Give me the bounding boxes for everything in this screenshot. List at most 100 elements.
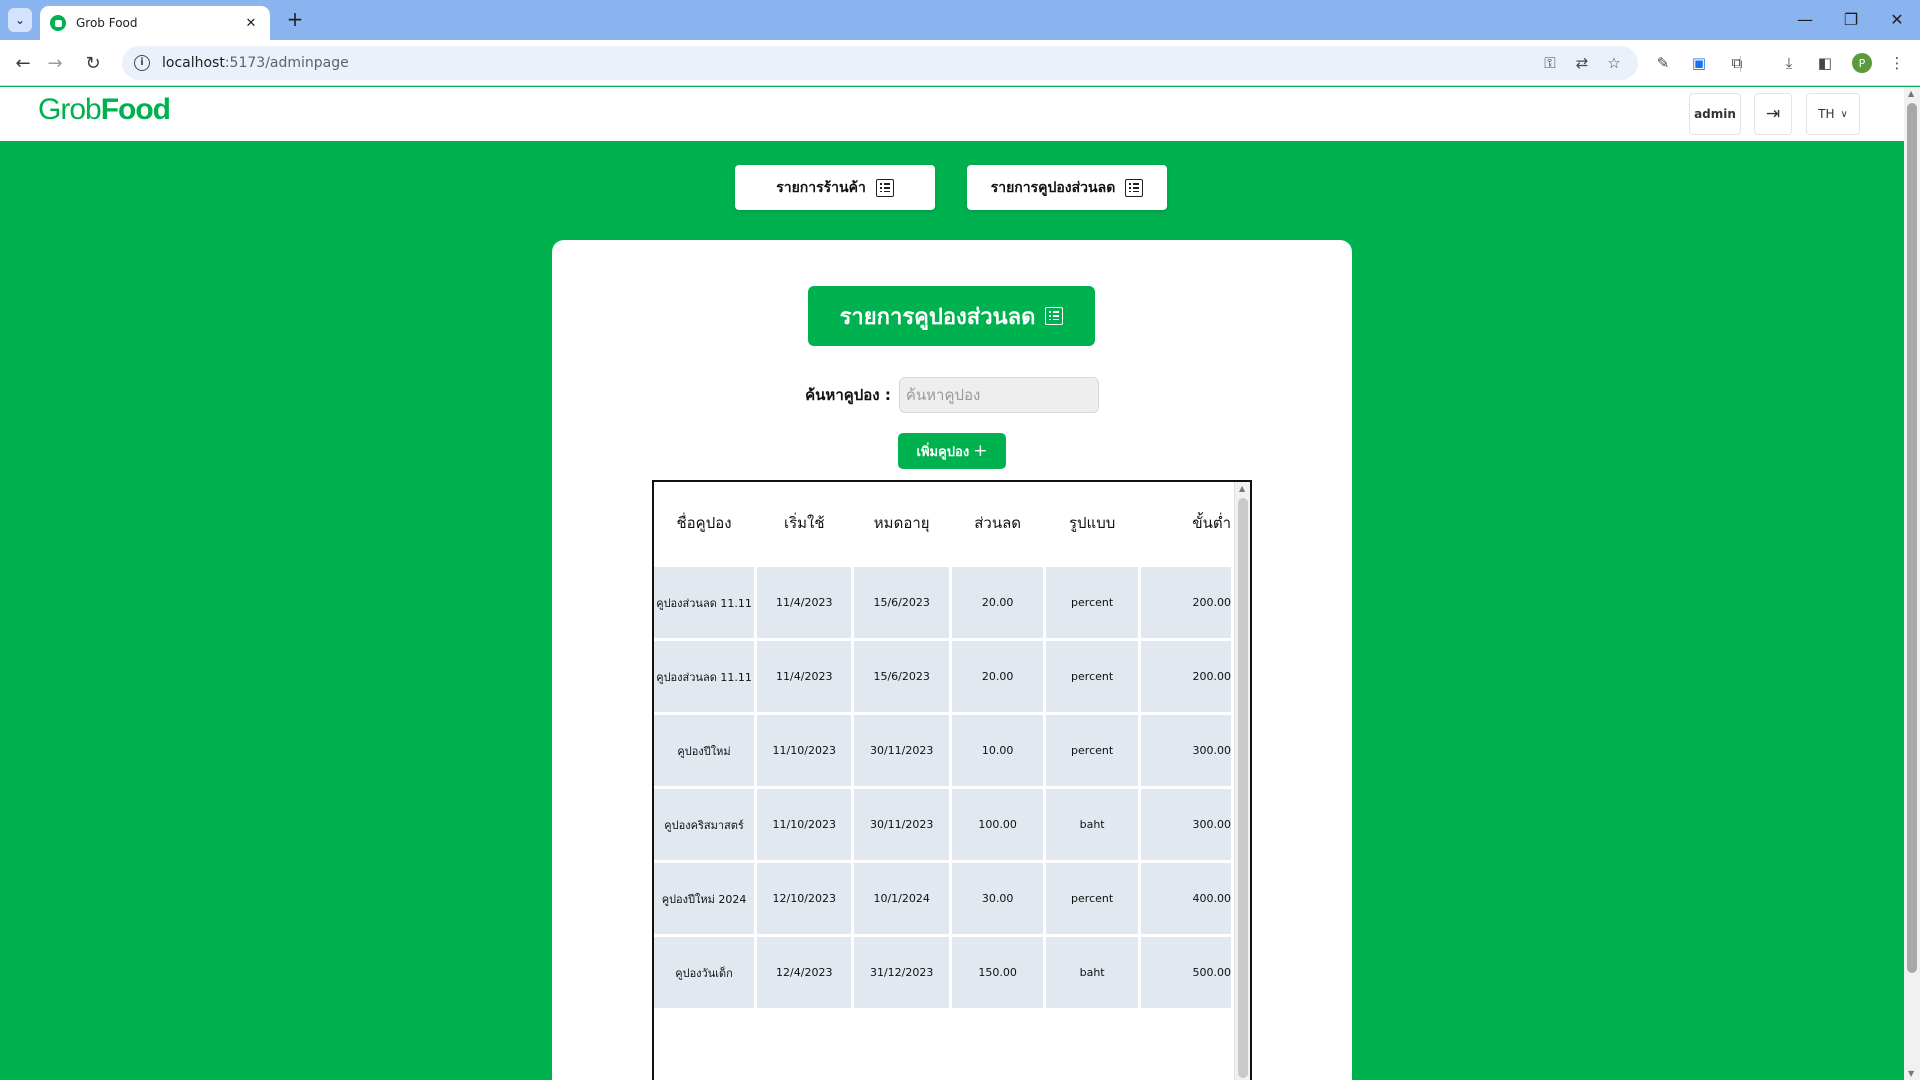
table-cell: 20.00 — [951, 641, 1044, 712]
header-cell[interactable]: เริ่มใช้ — [757, 482, 852, 564]
table-cell: 400.00 — [1140, 863, 1231, 934]
add-coupon-label: เพิ่มคูปอง — [916, 444, 970, 460]
coupon-table-viewport[interactable]: ชื่อคูปอง เริ่มใช้ หมดอายุ ส่วนลด รูปแบบ… — [654, 482, 1234, 1080]
table-cell: คูปองปีใหม่ 2024 — [654, 863, 755, 934]
header-cell[interactable]: หมดอายุ — [854, 482, 949, 564]
toolbar-divider — [1740, 56, 1741, 72]
minimize-button[interactable]: — — [1782, 4, 1828, 34]
tab-close-icon[interactable]: ✕ — [242, 16, 260, 31]
table-cell: 30/11/2023 — [854, 789, 949, 860]
table-cell: 30.00 — [951, 863, 1044, 934]
coupon-panel: รายการคูปองส่วนลด ค้นหาคูปอง : เพิ่มคูปอ… — [552, 240, 1352, 1080]
pen-extension-icon[interactable]: ✎ — [1652, 52, 1674, 74]
coupon-table: ชื่อคูปอง เริ่มใช้ หมดอายุ ส่วนลด รูปแบบ… — [654, 482, 1234, 1011]
table-cell: 11/10/2023 — [757, 715, 852, 786]
language-select[interactable]: TH ∨ — [1806, 93, 1860, 135]
table-cell: คูปองปีใหม่ — [654, 715, 755, 786]
table-scrollbar-thumb[interactable] — [1238, 498, 1248, 1078]
tab-search-button[interactable]: ⌄ — [8, 8, 32, 32]
table-cell: 31/12/2023 — [854, 937, 949, 1008]
table-cell: 20.00 — [951, 567, 1044, 638]
coupon-table-container: ชื่อคูปอง เริ่มใช้ หมดอายุ ส่วนลด รูปแบบ… — [652, 480, 1252, 1080]
table-cell: 15/6/2023 — [854, 567, 949, 638]
password-key-icon[interactable]: ⚿ — [1540, 53, 1560, 73]
translate-icon[interactable]: ⇄ — [1572, 53, 1592, 73]
reload-button[interactable]: ↻ — [78, 48, 108, 78]
table-scrollbar[interactable]: ▲ — [1234, 482, 1250, 1080]
translate-extension-icon[interactable]: ▣ — [1688, 52, 1710, 74]
table-cell: 500.00 — [1140, 937, 1231, 1008]
header-cell[interactable]: รูปแบบ — [1046, 482, 1138, 564]
side-panel-icon[interactable]: ◧ — [1814, 52, 1836, 74]
site-info-icon[interactable]: i — [134, 55, 150, 71]
table-row[interactable]: คูปองส่วนลด 11.11 11/4/2023 15/6/2023 20… — [654, 641, 1231, 712]
table-cell: 30/11/2023 — [854, 715, 949, 786]
table-cell: 200.00 — [1140, 641, 1231, 712]
close-window-button[interactable]: ✕ — [1874, 4, 1920, 34]
logout-icon[interactable]: ⇥ — [1754, 93, 1792, 135]
chevron-down-icon: ∨ — [1840, 108, 1848, 120]
stores-list-label: รายการร้านค้า — [776, 179, 866, 196]
table-cell: คูปองคริสมาสตร์ — [654, 789, 755, 860]
table-cell: baht — [1046, 789, 1138, 860]
url-path: :5173/adminpage — [224, 55, 349, 71]
page-title: รายการคูปองส่วนลด — [808, 286, 1095, 346]
header-cell[interactable]: ชื่อคูปอง — [654, 482, 755, 564]
scroll-up-icon[interactable]: ▲ — [1908, 89, 1914, 98]
restore-button[interactable]: ❐ — [1828, 4, 1874, 34]
bookmark-star-icon[interactable]: ☆ — [1604, 53, 1624, 73]
new-tab-button[interactable]: + — [282, 8, 308, 32]
app-header: GrobFood admin ⇥ TH ∨ — [0, 87, 1904, 141]
user-name-button[interactable]: admin — [1689, 93, 1741, 135]
header-cell[interactable]: ส่วนลด — [951, 482, 1044, 564]
table-cell: percent — [1046, 641, 1138, 712]
coupon-search-input[interactable] — [898, 377, 1099, 413]
table-row[interactable]: คูปองปีใหม่ 11/10/2023 30/11/2023 10.00 … — [654, 715, 1231, 786]
header-cell[interactable]: ขั้นต่ำ — [1140, 482, 1231, 564]
page-scrollbar-thumb[interactable] — [1907, 103, 1917, 973]
table-row[interactable]: คูปองส่วนลด 11.11 11/4/2023 15/6/2023 20… — [654, 567, 1231, 638]
back-button[interactable]: ← — [8, 48, 38, 78]
table-cell: คูปองวันเด็ก — [654, 937, 755, 1008]
table-row[interactable]: คูปองวันเด็ก 12/4/2023 31/12/2023 150.00… — [654, 937, 1231, 1008]
table-cell: 11/10/2023 — [757, 789, 852, 860]
language-value: TH — [1818, 107, 1835, 121]
plus-icon: + — [973, 441, 988, 461]
profile-avatar[interactable]: P — [1852, 53, 1872, 73]
address-bar[interactable]: i localhost:5173/adminpage ⚿ ⇄ ☆ — [122, 46, 1638, 80]
coupons-list-button[interactable]: รายการคูปองส่วนลด — [967, 165, 1167, 210]
page-scrollbar[interactable]: ▲ ▼ — [1904, 87, 1920, 1080]
table-cell: 200.00 — [1140, 567, 1231, 638]
tab-favicon-icon — [50, 15, 66, 31]
scroll-up-icon[interactable]: ▲ — [1239, 484, 1245, 493]
download-icon[interactable]: ⤓ — [1778, 52, 1800, 74]
list-icon — [875, 178, 894, 197]
extensions-puzzle-icon[interactable]: ⧉ — [1726, 52, 1748, 74]
table-header-row: ชื่อคูปอง เริ่มใช้ หมดอายุ ส่วนลด รูปแบบ… — [654, 482, 1231, 564]
coupon-search-row: ค้นหาคูปอง : — [552, 377, 1352, 413]
table-cell: 15/6/2023 — [854, 641, 949, 712]
table-cell: 300.00 — [1140, 789, 1231, 860]
browser-toolbar: ← → ↻ i localhost:5173/adminpage ⚿ ⇄ ☆ ✎… — [0, 40, 1920, 86]
browser-tabstrip: ⌄ Grob Food ✕ + — ❐ ✕ — [0, 0, 1920, 40]
table-row[interactable]: คูปองปีใหม่ 2024 12/10/2023 10/1/2024 30… — [654, 863, 1231, 934]
page-title-text: รายการคูปองส่วนลด — [839, 304, 1036, 330]
url-host: localhost — [162, 55, 225, 71]
table-cell: percent — [1046, 715, 1138, 786]
add-coupon-button[interactable]: เพิ่มคูปอง + — [898, 433, 1006, 469]
browser-tab-active[interactable]: Grob Food ✕ — [40, 6, 270, 40]
stores-list-button[interactable]: รายการร้านค้า — [735, 165, 935, 210]
table-row[interactable]: คูปองคริสมาสตร์ 11/10/2023 30/11/2023 10… — [654, 789, 1231, 860]
forward-button[interactable]: → — [40, 48, 70, 78]
grobfood-logo[interactable]: GrobFood — [38, 93, 171, 127]
menu-kebab-icon[interactable]: ⋮ — [1886, 52, 1908, 74]
table-cell: baht — [1046, 937, 1138, 1008]
table-cell: 100.00 — [951, 789, 1044, 860]
table-cell: 150.00 — [951, 937, 1044, 1008]
tab-title: Grob Food — [76, 16, 138, 30]
coupons-list-label: รายการคูปองส่วนลด — [990, 179, 1116, 196]
table-cell: 10/1/2024 — [854, 863, 949, 934]
table-cell: 300.00 — [1140, 715, 1231, 786]
table-cell: 12/4/2023 — [757, 937, 852, 1008]
scroll-down-icon[interactable]: ▼ — [1908, 1069, 1914, 1078]
